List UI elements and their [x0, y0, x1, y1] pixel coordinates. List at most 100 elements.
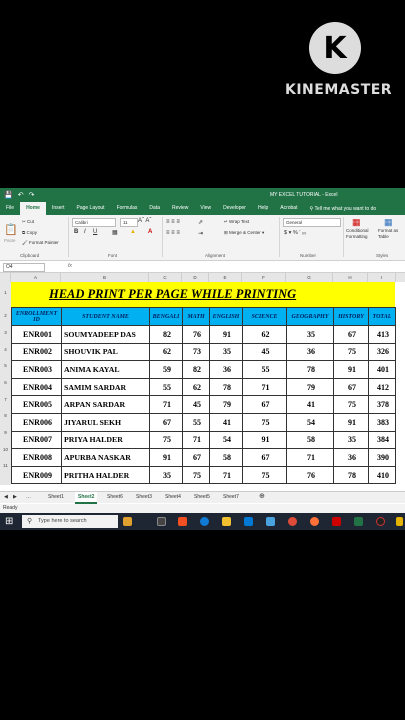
mark-cell[interactable]: 59: [149, 360, 183, 379]
select-all-corner[interactable]: [0, 273, 11, 282]
taskbar-search-input[interactable]: Type here to search: [22, 515, 118, 528]
row-number[interactable]: 4: [0, 347, 11, 352]
row-number[interactable]: 3: [0, 330, 11, 335]
tab-insert[interactable]: Insert: [46, 202, 71, 215]
acrobat-icon[interactable]: [332, 517, 341, 526]
mark-cell[interactable]: 378: [368, 395, 396, 414]
column-heading[interactable]: ENROLLMENT ID: [11, 307, 62, 326]
student-name-cell[interactable]: JIYARUL SEKH: [61, 412, 150, 432]
mark-cell[interactable]: 67: [333, 325, 369, 344]
cut-button[interactable]: ✂ Cut: [22, 219, 34, 225]
mark-cell[interactable]: 412: [368, 377, 396, 397]
mark-cell[interactable]: 79: [286, 377, 334, 397]
enrollment-id-cell[interactable]: ENR002: [11, 342, 62, 362]
mark-cell[interactable]: 78: [209, 377, 243, 397]
mark-cell[interactable]: 326: [368, 342, 396, 362]
font-color-icon[interactable]: A: [148, 229, 152, 235]
mark-cell[interactable]: 75: [182, 465, 210, 485]
row-number[interactable]: 9: [0, 430, 11, 435]
mark-cell[interactable]: 82: [149, 325, 183, 344]
bold-button[interactable]: B: [74, 229, 78, 235]
mark-cell[interactable]: 36: [286, 342, 334, 362]
row-number[interactable]: 8: [0, 413, 11, 418]
merge-center-button[interactable]: ⊞ Merge & Center ▾: [224, 230, 264, 236]
mark-cell[interactable]: 71: [209, 465, 243, 485]
column-heading[interactable]: SCIENCE: [242, 307, 287, 326]
name-box[interactable]: O4: [3, 263, 45, 272]
tab-home[interactable]: Home: [20, 202, 46, 215]
student-name-cell[interactable]: ANIMA KAYAL: [61, 360, 150, 379]
enrollment-id-cell[interactable]: ENR003: [11, 360, 62, 379]
mark-cell[interactable]: 76: [286, 465, 334, 485]
row-number[interactable]: 1: [0, 290, 11, 295]
sheet-nav-prev-icon[interactable]: ◀: [4, 492, 8, 502]
student-name-cell[interactable]: SAMIM SARDAR: [61, 377, 150, 397]
paste-button[interactable]: Paste: [4, 238, 16, 243]
mark-cell[interactable]: 55: [242, 360, 287, 379]
more-sheets-icon[interactable]: …: [26, 492, 31, 502]
align-left-icon[interactable]: ≡ ≡ ≡: [166, 230, 180, 236]
mark-cell[interactable]: 71: [242, 377, 287, 397]
sheet-tab[interactable]: Sheet5: [194, 492, 210, 502]
column-heading[interactable]: MATH: [182, 307, 210, 326]
enrollment-id-cell[interactable]: ENR009: [11, 465, 62, 485]
mark-cell[interactable]: 35: [209, 342, 243, 362]
excel-taskbar-icon[interactable]: [354, 517, 363, 526]
font-name-select[interactable]: Calibri: [72, 218, 116, 227]
mark-cell[interactable]: 91: [333, 412, 369, 432]
cortana-widget-icon[interactable]: [123, 517, 132, 526]
undo-icon[interactable]: ↶: [18, 191, 24, 199]
microsoft-store-icon[interactable]: [178, 517, 187, 526]
student-name-cell[interactable]: ARPAN SARDAR: [61, 395, 150, 414]
firefox-icon[interactable]: [310, 517, 319, 526]
mark-cell[interactable]: 75: [149, 430, 183, 450]
fx-icon[interactable]: fx: [68, 263, 72, 269]
column-heading[interactable]: ENGLISH: [209, 307, 243, 326]
mark-cell[interactable]: 45: [182, 395, 210, 414]
row-number[interactable]: 5: [0, 363, 11, 368]
mark-cell[interactable]: 73: [182, 342, 210, 362]
mail-icon[interactable]: [244, 517, 253, 526]
add-sheet-icon[interactable]: ⊕: [259, 492, 265, 502]
column-heading[interactable]: TOTAL: [368, 307, 396, 326]
mark-cell[interactable]: 78: [286, 360, 334, 379]
mark-cell[interactable]: 91: [209, 325, 243, 344]
mark-cell[interactable]: 54: [286, 412, 334, 432]
chrome-icon[interactable]: [288, 517, 297, 526]
mark-cell[interactable]: 67: [242, 448, 287, 467]
mark-cell[interactable]: 35: [333, 430, 369, 450]
tab-page-layout[interactable]: Page Layout: [70, 202, 110, 215]
mark-cell[interactable]: 41: [209, 412, 243, 432]
tab-help[interactable]: Help: [252, 202, 274, 215]
student-name-cell[interactable]: SHOUVIK PAL: [61, 342, 150, 362]
task-view-icon[interactable]: [157, 517, 166, 526]
mark-cell[interactable]: 62: [242, 325, 287, 344]
column-header[interactable]: E: [209, 273, 242, 282]
sheet-tab[interactable]: Sheet6: [107, 492, 123, 502]
enrollment-id-cell[interactable]: ENR001: [11, 325, 62, 344]
tab-data[interactable]: Data: [143, 202, 166, 215]
mark-cell[interactable]: 71: [149, 395, 183, 414]
italic-button[interactable]: I: [84, 229, 86, 235]
enrollment-id-cell[interactable]: ENR004: [11, 377, 62, 397]
mark-cell[interactable]: 384: [368, 430, 396, 450]
sheet-tab[interactable]: Sheet3: [136, 492, 152, 502]
font-grow-icon[interactable]: Aˆ Aˇ: [138, 218, 151, 224]
column-header[interactable]: H: [333, 273, 368, 282]
column-heading[interactable]: BENGALI: [149, 307, 183, 326]
align-top-icon[interactable]: ≡ ≡ ≡: [166, 219, 180, 225]
conditional-formatting-icon[interactable]: ▦: [352, 217, 361, 228]
mark-cell[interactable]: 71: [286, 448, 334, 467]
mark-cell[interactable]: 36: [333, 448, 369, 467]
mark-cell[interactable]: 75: [333, 342, 369, 362]
mark-cell[interactable]: 82: [182, 360, 210, 379]
wrap-text-button[interactable]: ↵ Wrap Text: [224, 219, 249, 225]
mark-cell[interactable]: 36: [209, 360, 243, 379]
underline-button[interactable]: U: [93, 229, 97, 235]
orientation-icon[interactable]: ⇗: [198, 219, 203, 226]
column-heading[interactable]: STUDENT NAME: [61, 307, 150, 326]
sheet-tab[interactable]: Sheet7: [223, 492, 239, 502]
mark-cell[interactable]: 91: [149, 448, 183, 467]
row-number[interactable]: 7: [0, 397, 11, 402]
mark-cell[interactable]: 91: [333, 360, 369, 379]
